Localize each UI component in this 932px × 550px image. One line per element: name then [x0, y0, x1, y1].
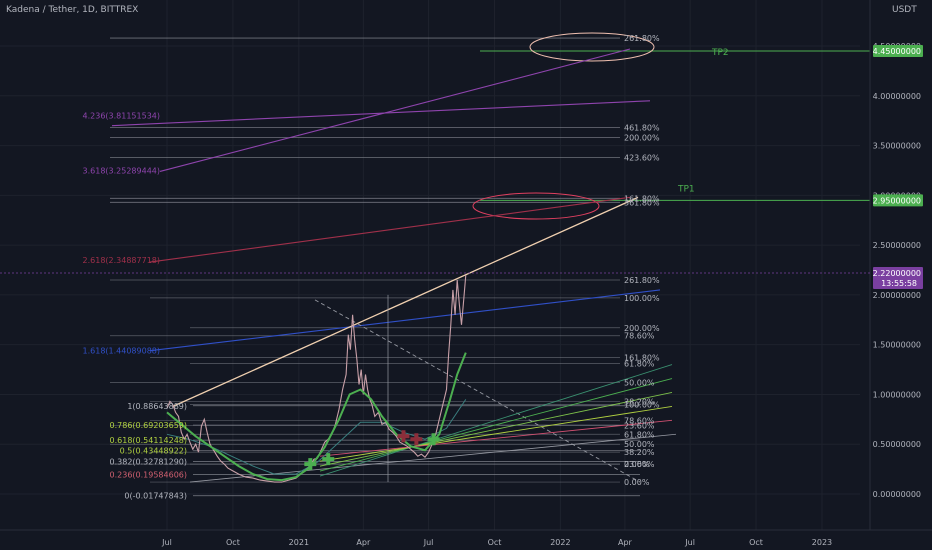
price-tick-label: 1.00000000	[873, 390, 921, 399]
time-tick-label: Apr	[356, 538, 371, 547]
price-tick-label: 4.00000000	[873, 92, 921, 101]
fib-retracement-label: 0.5(0.43448922)	[120, 447, 187, 456]
bar-countdown-label: 13:55:58	[881, 279, 917, 288]
fib-lower-label: 23.60%	[624, 460, 655, 469]
fib-extension-label: 1.618(1.44089088)	[83, 347, 161, 356]
fib-extension-label: 3.618(3.25289444)	[83, 166, 161, 175]
price-tick-label: 3.50000000	[873, 142, 921, 151]
time-tick-label: Jul	[423, 538, 434, 547]
fib-retracement-label: 0(-0.01747843)	[124, 492, 187, 501]
time-tick-label: Oct	[749, 538, 763, 547]
target-name: TP1	[677, 184, 695, 194]
currency-label: USDT	[892, 5, 917, 15]
fib-extension-label: 4.236(3.81151534)	[83, 112, 161, 121]
current-price-label: 2.22000000	[873, 269, 921, 278]
fib-lower-label: 78.60%	[624, 332, 655, 341]
fib-lower-label: 78.60%	[624, 416, 655, 425]
fib-upper-label: 423.60%	[624, 154, 660, 163]
fib-upper-label: 261.80%	[624, 34, 660, 43]
symbol-title: Kadena / Tether, 1D, BITTREX	[6, 5, 139, 15]
price-tick-label: 1.50000000	[873, 341, 921, 350]
price-tick-label: 0.50000000	[873, 440, 921, 449]
price-tick-label: 2.50000000	[873, 241, 921, 250]
fib-retracement-label: 0.786(0.69203659)	[110, 421, 188, 430]
target-name: TP2	[711, 48, 729, 58]
target-price-label: 2.95000000	[873, 196, 921, 205]
fib-lower-label: 261.80%	[624, 276, 660, 285]
target-price-label: 4.45000000	[873, 47, 921, 56]
fib-lower-label: 61.80%	[624, 430, 655, 439]
fib-lower-label: 0.00%	[624, 478, 650, 487]
fib-lower-label: 61.80%	[624, 360, 655, 369]
time-tick-label: Apr	[618, 538, 633, 547]
fib-retracement-label: 0.618(0.54114248)	[110, 436, 188, 445]
fib-upper-label: 200.00%	[624, 134, 660, 143]
fib-retracement-label: 0.382(0.32781290)	[110, 457, 188, 466]
fib-lower-label: 100.00%	[624, 400, 660, 409]
fib-retracement-label: 0.236(0.19584606)	[110, 471, 188, 480]
time-tick-label: Oct	[488, 538, 502, 547]
fib-retracement-label: 1(0.88643889)	[127, 402, 187, 411]
price-tick-label: 0.00000000	[873, 490, 921, 499]
fib-lower-label: 100.00%	[624, 294, 660, 303]
time-tick-label: 2023	[812, 538, 832, 547]
time-tick-label: Jul	[684, 538, 695, 547]
fib-lower-label: 50.00%	[624, 379, 655, 388]
time-tick-label: 2021	[289, 538, 309, 547]
time-tick-label: 2022	[550, 538, 570, 547]
price-chart[interactable]: TP1 TP2 1(0.88643889) 0.786(0.69203659) 0.6…	[0, 0, 932, 550]
fib-upper-label: 361.80%	[624, 198, 660, 207]
price-tick-label: 2.00000000	[873, 291, 921, 300]
fib-lower-label: 38.20%	[624, 448, 655, 457]
time-tick-label: Jul	[161, 538, 172, 547]
time-tick-label: Oct	[226, 538, 240, 547]
fib-upper-label: 461.80%	[624, 124, 660, 133]
fib-extension-label: 2.618(2.34887718)	[83, 256, 161, 265]
